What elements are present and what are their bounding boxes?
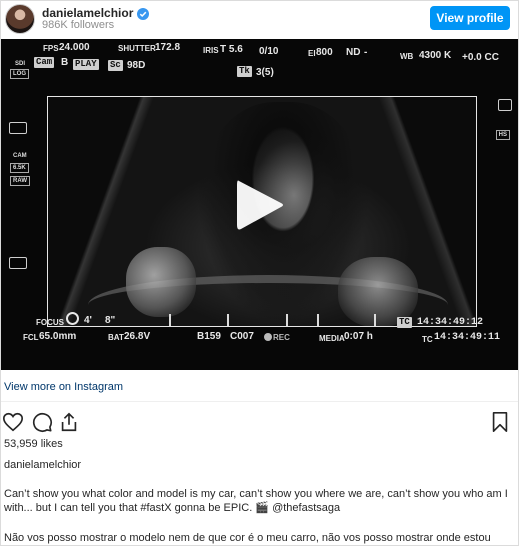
bat-value: 26.8V <box>124 331 151 342</box>
username-link[interactable]: danielamelchior <box>42 6 133 20</box>
media-card-icon <box>9 257 27 269</box>
clip-id: C007 <box>230 331 254 342</box>
tc-value: 14:34:49:12 <box>417 317 484 328</box>
fps-label: FPS <box>43 44 59 53</box>
tk-box: Tk <box>237 66 252 77</box>
play-box: PLAY <box>73 59 99 70</box>
rec-label: REC <box>273 333 290 342</box>
shutter-value: 172.8 <box>155 42 181 53</box>
comment-icon[interactable] <box>31 411 53 433</box>
hs-label: HS <box>495 130 510 140</box>
tc2-label: TC <box>422 335 433 344</box>
sc-value: 98D <box>127 60 146 71</box>
avatar[interactable] <box>5 4 35 34</box>
nd-label: ND <box>346 47 361 58</box>
cc-value: +0.0 CC <box>462 52 499 63</box>
caption-portuguese: Não vos posso mostrar o modelo nem de qu… <box>4 532 491 544</box>
focus-value-2: 8" <box>105 315 116 326</box>
res-label: 6.5K <box>10 163 29 173</box>
tick-mark <box>169 314 171 326</box>
action-bar <box>1 411 518 435</box>
focus-value: 4' <box>84 315 92 326</box>
caption-english: Can’t show you what color and model is m… <box>4 488 508 514</box>
ei-label: EI <box>308 49 316 58</box>
wb-value: 4300 K <box>419 50 452 61</box>
followers-count: 986K followers <box>42 19 115 31</box>
ei-value: 800 <box>316 47 333 58</box>
fps-value: 24.000 <box>59 42 90 53</box>
focus-label: FOCUS <box>36 318 64 327</box>
rec-dot-icon <box>264 333 272 341</box>
tc-box: TC <box>397 317 412 328</box>
iris-label: IRIS <box>203 46 219 55</box>
caption-username[interactable]: danielamelchior <box>4 459 81 471</box>
wb-label: WB <box>400 52 414 61</box>
raw-label: RAW <box>10 176 30 186</box>
clip-count: 0/10 <box>259 46 279 57</box>
post-header: danielamelchior 986K followers View prof… <box>1 1 518 39</box>
play-icon[interactable] <box>233 177 285 233</box>
tick-mark <box>227 314 229 326</box>
log-label: LOG <box>10 69 29 79</box>
sdi-label: SDI <box>15 61 26 67</box>
instagram-embed-card: danielamelchior 986K followers View prof… <box>0 0 519 546</box>
battery-icon <box>498 99 512 111</box>
verified-badge-icon <box>137 7 150 20</box>
tc2-value: 14:34:49:11 <box>434 332 501 343</box>
tick-mark <box>374 314 376 326</box>
video-player[interactable]: FPS 24.000 SHUTTER 172.8 IRIS T 5.6 0/10… <box>1 39 518 370</box>
fcl-value: 65.0mm <box>39 331 77 342</box>
cam-box: Cam <box>34 57 55 68</box>
bat-label: BAT <box>108 333 124 342</box>
divider <box>1 401 518 402</box>
reel-id: B159 <box>197 331 221 342</box>
likes-count[interactable]: 53,959 likes <box>4 438 63 450</box>
heart-icon[interactable] <box>2 411 24 433</box>
shutter-label: SHUTTER <box>118 44 156 53</box>
media-label: MEDIA <box>319 334 345 343</box>
sc-box: Sc <box>108 60 123 71</box>
fcl-label: FCL <box>23 333 39 342</box>
nd-value: - <box>364 47 368 58</box>
monitor-icon <box>9 122 27 134</box>
iris-value: T 5.6 <box>220 44 243 55</box>
cam-side-label: CAM <box>13 153 27 159</box>
focus-ring-icon <box>66 312 79 325</box>
username-row: danielamelchior <box>42 5 150 20</box>
bookmark-icon[interactable] <box>489 411 511 433</box>
tick-mark <box>286 314 288 326</box>
tk-value: 3(5) <box>256 67 274 78</box>
media-value: 0:07 h <box>344 331 373 342</box>
view-more-link[interactable]: View more on Instagram <box>4 381 123 393</box>
cam-letter: B <box>61 57 69 68</box>
tick-mark <box>317 314 319 326</box>
view-profile-button[interactable]: View profile <box>430 6 510 30</box>
hand-left <box>126 247 196 317</box>
share-icon[interactable] <box>58 411 80 433</box>
